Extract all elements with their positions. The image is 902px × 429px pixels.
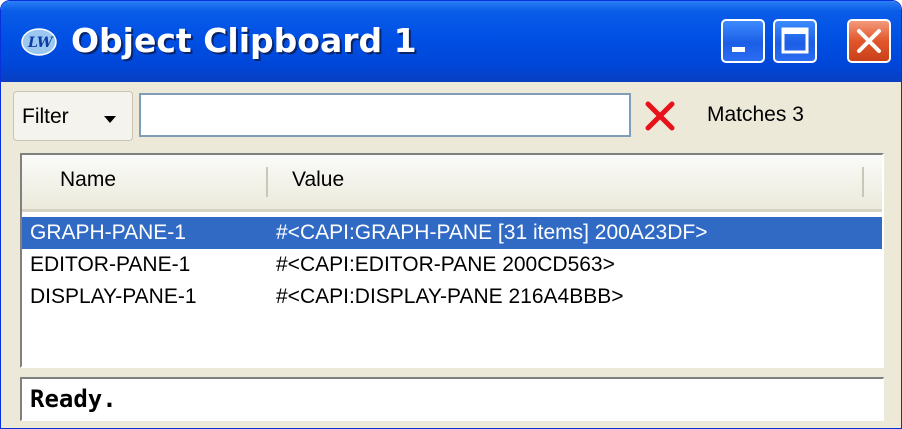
matches-count: Matches 3 [707,103,804,126]
status-text: Ready. [30,385,117,413]
column-divider[interactable] [266,167,268,197]
maximize-button[interactable] [773,19,817,63]
row-name: GRAPH-PANE-1 [30,221,186,244]
minimize-button[interactable] [721,19,765,63]
window-title: Object Clipboard 1 [71,21,417,60]
column-divider[interactable] [862,167,864,197]
row-name: DISPLAY-PANE-1 [30,285,197,308]
close-button[interactable] [847,19,891,63]
row-name: EDITOR-PANE-1 [30,253,191,276]
filter-input[interactable] [139,93,631,137]
minimize-icon [732,47,745,52]
title-bar[interactable]: LW Object Clipboard 1 [1,1,901,82]
maximize-icon [781,27,809,54]
filter-toolbar: Filter Matches 3 [13,91,891,141]
column-header-name[interactable]: Name [60,168,116,192]
table-row-graph-pane[interactable]: GRAPH-PANE-1 #<CAPI:GRAPH-PANE [31 items… [22,217,882,249]
status-bar: Ready. [20,377,884,421]
table-row-display-pane[interactable]: DISPLAY-PANE-1 #<CAPI:DISPLAY-PANE 216A4… [22,281,882,313]
row-value: #<CAPI:EDITOR-PANE 200CD563> [276,253,615,276]
object-list[interactable]: Name Value GRAPH-PANE-1 #<CAPI:GRAPH-PAN… [20,153,884,368]
row-value: #<CAPI:GRAPH-PANE [31 items] 200A23DF> [276,221,708,244]
row-value: #<CAPI:DISPLAY-PANE 216A4BBB> [276,285,624,308]
chevron-down-icon [104,116,116,123]
table-row-editor-pane[interactable]: EDITOR-PANE-1 #<CAPI:EDITOR-PANE 200CD56… [22,249,882,281]
red-x-icon[interactable] [643,99,677,133]
column-header-value[interactable]: Value [292,168,344,192]
close-icon [857,29,881,53]
svg-text:LW: LW [27,35,54,51]
filter-dropdown-button[interactable]: Filter [13,91,133,141]
list-header: Name Value [22,155,882,212]
object-clipboard-window: LW Object Clipboard 1 Filter Matches 3 N… [0,0,902,429]
filter-label: Filter [22,105,69,128]
lispworks-app-icon: LW [21,28,57,56]
